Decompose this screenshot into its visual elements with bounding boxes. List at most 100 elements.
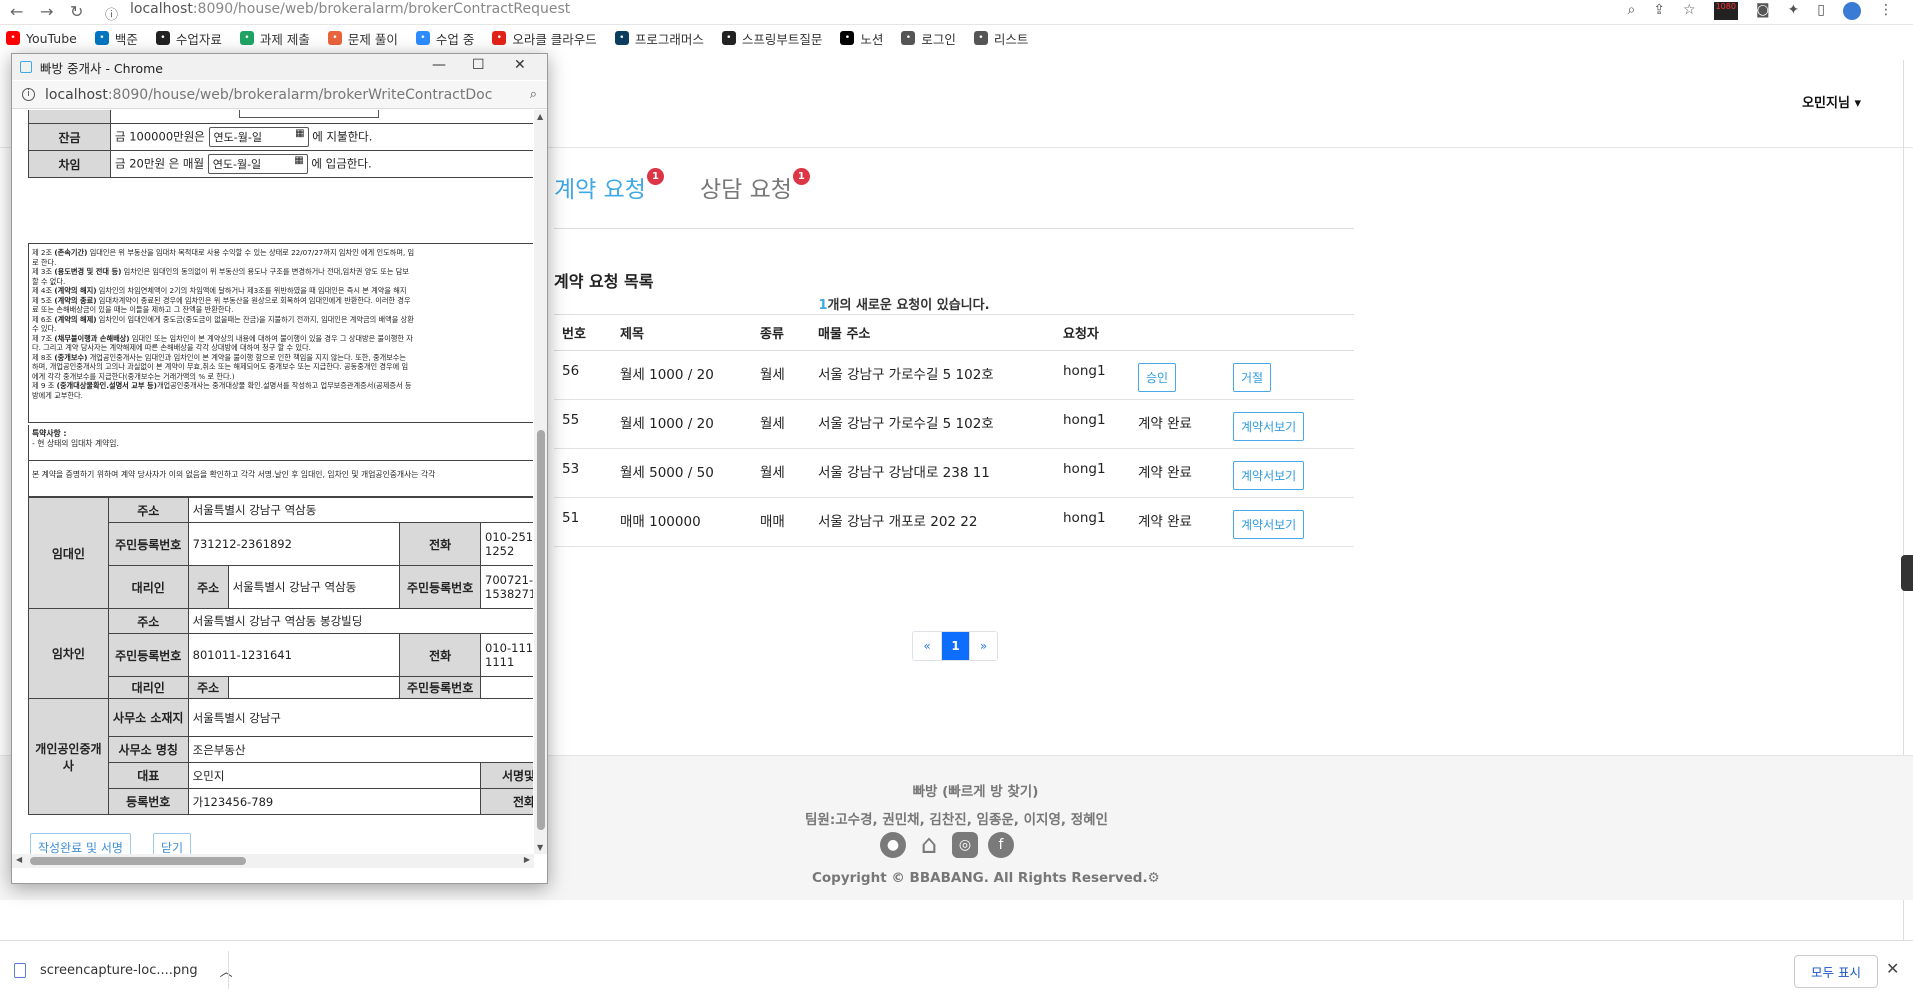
bookmarks-bar: • YouTube • 백준 • 수업자료 • 과제 제출 • 문제 풀이 • 수업 중 • 오라클 클라… [0,26,1913,50]
bookmark-item[interactable]: • 수업 중 [415,29,474,48]
popup-address-bar[interactable]: i localhost:8090/house/web/brokeralarm/b… [12,81,547,109]
terms-line: 제 8조 (중개보수) 개업공인중개사는 임대인과 임차인이 본 계약을 불이행… [32,353,533,363]
github-icon[interactable]: ● [880,832,906,858]
bookmark-label: 과제 제출 [259,31,310,47]
view-contract-button[interactable]: 계약서보기 [1233,412,1305,441]
reload-icon[interactable]: ↻ [70,2,83,21]
address-bar[interactable]: localhost:8090/house/web/brokeralarm/bro… [130,1,570,17]
terms-line: 방에게 교부한다. [32,391,533,401]
programmers-icon: • [614,31,629,45]
row-action-cell: 거절 [1225,350,1354,400]
instagram-icon[interactable]: ◎ [952,832,978,858]
lessee-tel: 010-1111-1111 [480,633,533,677]
office-addr: 서울특별시 강남구 [187,698,533,737]
lessor-tel: 010-2512-1252 [480,522,533,566]
info-icon[interactable]: i [22,88,35,101]
home-icon[interactable]: ⌂ [916,832,942,858]
gear-icon[interactable]: ⚙ [1148,870,1160,886]
lessee-agent-addr [227,676,401,699]
bookmark-item[interactable]: • 과제 제출 [239,29,310,48]
maximize-icon[interactable]: ☐ [472,57,485,73]
page-scroll-handle[interactable] [1901,555,1913,591]
lessee-tel-label: 전화 [399,633,482,677]
tab-contract-request[interactable]: 계약 요청 1 [554,168,664,204]
row-address: 서울 강남구 강남대로 238 11 [810,448,1055,498]
scroll-down-icon[interactable]: ▼ [537,843,543,852]
bookmark-item[interactable]: • 백준 [94,29,138,48]
approve-button[interactable]: 승인 [1138,363,1177,392]
row-status-cell: 계약 완료 [1130,399,1225,449]
popup-horizontal-scrollbar[interactable]: ◀ ▶ [12,854,534,868]
menu-icon[interactable]: ⋮ [1879,2,1893,20]
rent-date-input[interactable]: 연도-월-일 [207,154,308,174]
facebook-icon[interactable]: f [988,832,1014,858]
cut-cell [28,110,111,124]
share-icon[interactable]: ⇪ [1653,2,1665,20]
bookmark-item[interactable]: • 수업자료 [155,29,222,48]
scroll-thumb[interactable] [537,430,545,830]
lessor-label: 임대인 [28,497,109,609]
notion-icon: • [840,31,855,45]
chevron-up-icon[interactable]: ︿ [220,961,233,980]
terms-line: 수 있다. [32,324,533,334]
show-all-button[interactable]: 모두 표시 [1794,955,1878,988]
page-next[interactable]: » [969,632,997,660]
lessee-tel-line1: 010-1111- [485,641,533,655]
agent-rrn-line2: 1538271 [485,587,533,601]
lessee-agent-addr-label: 주소 [187,676,229,699]
scroll-right-icon[interactable]: ▶ [524,855,530,864]
back-icon[interactable]: ← [10,2,23,21]
star-icon[interactable]: ☆ [1683,2,1696,20]
view-contract-button[interactable]: 계약서보기 [1233,510,1305,539]
scroll-up-icon[interactable]: ▲ [537,112,543,121]
table-row: 56 월세 1000 / 20 월세 서울 강남구 가로수길 5 102호 hong1 승… [554,350,1354,400]
minimize-icon[interactable]: — [432,57,446,73]
row-status: 계약 완료 [1138,465,1192,481]
page-current[interactable]: 1 [941,632,969,660]
bookmark-item[interactable]: • YouTube [6,31,77,46]
row-kind: 월세 [752,399,810,449]
bookmark-item[interactable]: • 프로그래머스 [614,29,704,48]
lessee-rrn: 801011-1231641 [187,633,401,677]
terms-segment: 제 7조 [32,333,55,343]
zoom-icon[interactable]: ⌕ [1627,2,1635,20]
bookmark-item[interactable]: • 노션 [840,29,883,48]
terms-segment: 제 8조 [32,352,55,362]
close-icon[interactable]: ✕ [514,57,526,73]
terms-segment: 개업공인중개사는 임대인과 임차인이 본 계약을 불이행 함으로 인한 책임을 … [87,352,407,362]
user-menu[interactable]: 오민지님 ▾ [1802,92,1861,111]
row-address: 서울 강남구 가로수길 5 102호 [810,350,1055,400]
reject-button[interactable]: 거절 [1233,363,1272,392]
avatar[interactable] [1843,2,1861,20]
bookmark-label: 오라클 클라우드 [512,31,597,47]
bookmark-item[interactable]: • 오라클 클라우드 [492,29,597,48]
page-prev[interactable]: « [913,632,941,660]
forward-icon[interactable]: → [40,2,53,21]
globe-icon: • [973,31,988,45]
bookmark-item[interactable]: • 스프링부트질문 [721,29,822,48]
popup-vertical-scrollbar[interactable]: ▲ ▼ [534,110,547,854]
download-item[interactable]: screencapture-loc....png ︿ [14,961,233,980]
row-status: 계약 완료 [1138,416,1192,432]
bookmark-label: 백준 [114,31,138,47]
camera-icon[interactable]: ◙ [1756,2,1770,20]
tab-consult-request[interactable]: 상담 요청 1 [700,168,810,204]
zoom-icon[interactable]: ⌕ [530,87,537,102]
bookmark-item[interactable]: • 문제 풀이 [327,29,398,48]
sidepanel-icon[interactable]: ▯ [1817,2,1825,20]
tab-label: 계약 요청 [554,177,646,203]
puzzle-icon[interactable]: ✦ [1788,2,1800,20]
extension-icon[interactable]: 1080 [1713,2,1738,20]
balance-date-input[interactable]: 연도-월-일 [208,127,309,147]
info-icon[interactable]: ⓘ [105,4,118,23]
row-title: 월세 1000 / 20 [612,350,752,400]
scroll-thumb[interactable] [30,857,246,865]
view-contract-button[interactable]: 계약서보기 [1233,461,1305,490]
scroll-left-icon[interactable]: ◀ [16,855,22,864]
contract-document: 잔금금 100000만원은 연도-월-일 에 지불한다. 차임금 20만원 은 … [12,110,533,854]
close-icon[interactable]: ✕ [1886,959,1899,978]
bookmark-item[interactable]: • 로그인 [901,29,956,48]
terms-line: 제 2조 (존속기간) 임대인은 위 부동산을 임대차 목적대로 사용 수익할 … [32,248,533,258]
bookmark-item[interactable]: • 리스트 [973,29,1028,48]
terms-segment: 임차인은 임대인의 동의없이 위 부동산의 용도나 구조를 변경하거나 전대,임… [121,267,409,276]
